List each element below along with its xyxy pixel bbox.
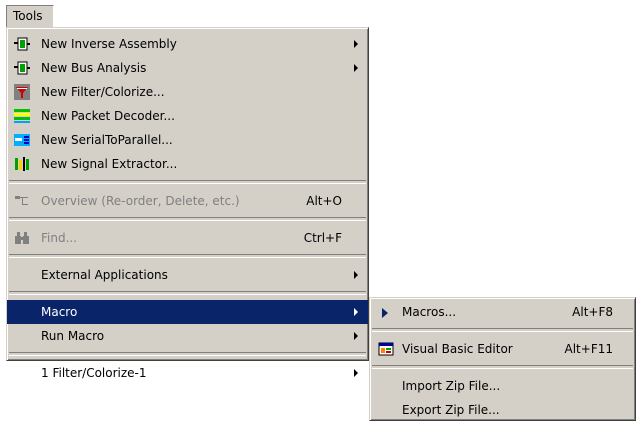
menu-item-new-filter-colorize[interactable]: New Filter/Colorize... [7,80,368,104]
vb-editor-icon [378,342,394,356]
menu-separator [9,291,366,295]
menu-item-label: New Inverse Assembly [41,37,177,51]
overview-icon [15,196,28,205]
menu-item-macros[interactable]: Macros... Alt+F8 [370,300,635,324]
menu-item-overview[interactable]: Overview (Re-order, Delete, etc.) Alt+O [7,189,368,213]
menu-item-label: Find... [41,231,78,245]
menu-item-label: 1 Filter/Colorize-1 [41,366,147,380]
menu-item-visual-basic-editor[interactable]: Visual Basic Editor Alt+F11 [370,337,635,361]
menu-item-label: Overview (Re-order, Delete, etc.) [41,194,240,208]
menu-item-label: Export Zip File... [402,403,500,417]
menu-item-import-zip[interactable]: Import Zip File... [370,374,635,398]
menu-item-new-bus-analysis[interactable]: New Bus Analysis [7,56,368,80]
module-icon [14,61,30,75]
menu-separator [9,180,366,184]
menu-item-find[interactable]: Find... Ctrl+F [7,226,368,250]
serial-to-parallel-icon [14,134,30,146]
signal-extractor-icon [15,157,29,171]
tools-menu-title[interactable]: Tools [6,5,54,27]
menu-item-shortcut: Alt+O [306,194,342,208]
menu-item-shortcut: Ctrl+F [303,231,342,245]
menu-item-label: Run Macro [41,329,105,343]
submenu-arrow-icon [354,271,358,279]
menu-separator [372,365,633,369]
menu-item-label: Import Zip File... [402,379,501,393]
menu-separator [372,328,633,332]
menu-separator [9,352,366,356]
menu-item-new-signal-extractor[interactable]: New Signal Extractor... [7,152,368,176]
packet-decoder-icon [14,109,30,123]
menu-item-recent-filter-colorize[interactable]: 1 Filter/Colorize-1 [7,361,368,385]
menu-item-label: Macros... [402,305,457,319]
menu-item-macro[interactable]: Macro [7,300,368,324]
macro-submenu: Macros... Alt+F8 Visual Basic Editor Alt… [369,297,636,421]
menu-item-label: New Signal Extractor... [41,157,178,171]
menu-item-label: Macro [41,305,78,319]
submenu-arrow-icon [354,369,358,377]
menu-item-label: New Filter/Colorize... [41,85,165,99]
submenu-arrow-icon [354,64,358,72]
menu-item-shortcut: Alt+F11 [564,342,613,356]
module-icon [14,37,30,51]
binoculars-icon [15,232,29,244]
menu-item-label: Visual Basic Editor [402,342,513,356]
menu-item-label: New Bus Analysis [41,61,147,75]
menu-item-label: New Packet Decoder... [41,109,175,123]
menu-item-run-macro[interactable]: Run Macro [7,324,368,348]
play-triangle-icon [382,308,388,318]
menu-separator [9,217,366,221]
submenu-arrow-icon [354,40,358,48]
menu-item-shortcut: Alt+F8 [572,305,613,319]
submenu-arrow-icon [354,308,358,316]
tools-menu-label: Tools [13,9,43,23]
menu-item-external-applications[interactable]: External Applications [7,263,368,287]
filter-colorize-icon [14,84,30,100]
submenu-arrow-icon [354,332,358,340]
menu-item-export-zip[interactable]: Export Zip File... [370,398,635,422]
menu-item-new-packet-decoder[interactable]: New Packet Decoder... [7,104,368,128]
menu-item-label: External Applications [41,268,168,282]
menu-item-label: New SerialToParallel... [41,133,173,147]
menu-separator [9,254,366,258]
menu-item-new-inverse-assembly[interactable]: New Inverse Assembly [7,32,368,56]
tools-menu: New Inverse Assembly New Bus Analysis Ne… [6,27,369,380]
menu-item-new-serial-to-parallel[interactable]: New SerialToParallel... [7,128,368,152]
